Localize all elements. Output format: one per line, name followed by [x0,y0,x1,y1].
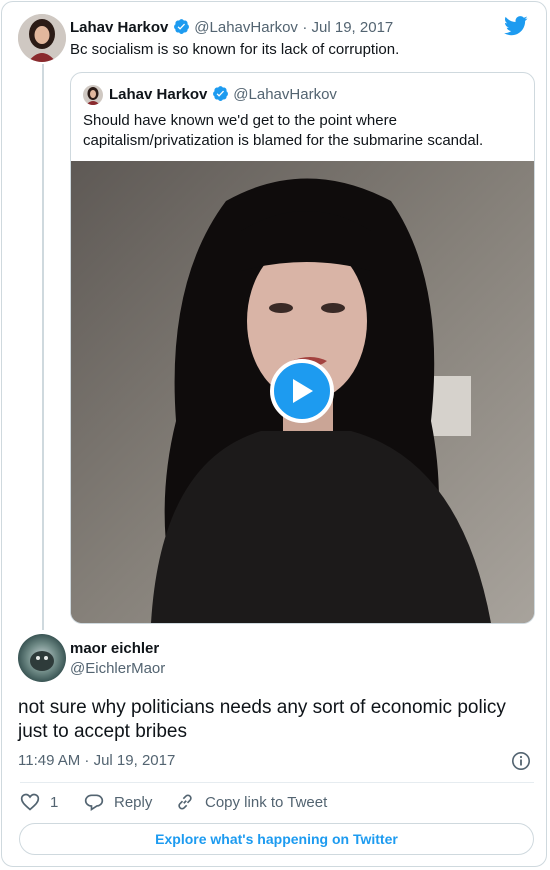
reply-text: not sure why politicians needs any sort … [18,697,506,742]
reply-icon [84,794,104,812]
like-count: 1 [50,793,59,811]
author-name[interactable]: Lahav Harkov [70,19,168,36]
reply-author-name[interactable]: maor eichler [70,640,159,657]
reply-button[interactable]: Reply [84,792,152,812]
quoted-avatar [83,85,103,105]
tweet-header: Lahav Harkov @LahavHarkov · Jul 19, 2017 [70,18,393,40]
play-button[interactable] [270,359,334,423]
quoted-tweet[interactable]: Lahav Harkov @LahavHarkov Should have kn… [70,72,535,624]
verified-badge-icon [173,18,190,40]
video-thumbnail[interactable] [71,161,534,623]
reply-timestamp[interactable]: 11:49 AM · Jul 19, 2017 [18,752,175,769]
link-icon [178,794,192,810]
quoted-author-name: Lahav Harkov [109,86,208,103]
heart-icon [20,793,40,811]
quoted-header: Lahav Harkov @LahavHarkov [109,85,337,107]
tweet-date[interactable]: · Jul 19, 2017 [302,19,393,36]
reply-author-handle[interactable]: @EichlerMaor [70,660,165,677]
thread-connector [42,64,44,630]
play-icon [293,379,313,403]
info-icon[interactable] [511,751,531,776]
copy-link-button[interactable]: Copy link to Tweet [175,792,327,812]
reply-label: Reply [114,793,153,811]
author-handle[interactable]: @LahavHarkov [194,19,298,36]
tweet-text: Bc socialism is so known for its lack of… [70,41,400,58]
quoted-tweet-text: Should have known we'd get to the point … [83,112,484,149]
reply-avatar[interactable] [18,634,66,682]
verified-badge-icon [212,85,229,107]
tweet-embed-card: Lahav Harkov @LahavHarkov · Jul 19, 2017… [1,1,547,867]
like-button[interactable]: 1 [20,792,58,812]
copy-link-label: Copy link to Tweet [205,793,328,811]
explore-button[interactable]: Explore what's happening on Twitter [19,823,534,855]
quoted-author-handle: @LahavHarkov [233,86,337,103]
twitter-logo-icon[interactable] [504,16,528,41]
avatar[interactable] [18,14,66,62]
divider [20,782,534,783]
